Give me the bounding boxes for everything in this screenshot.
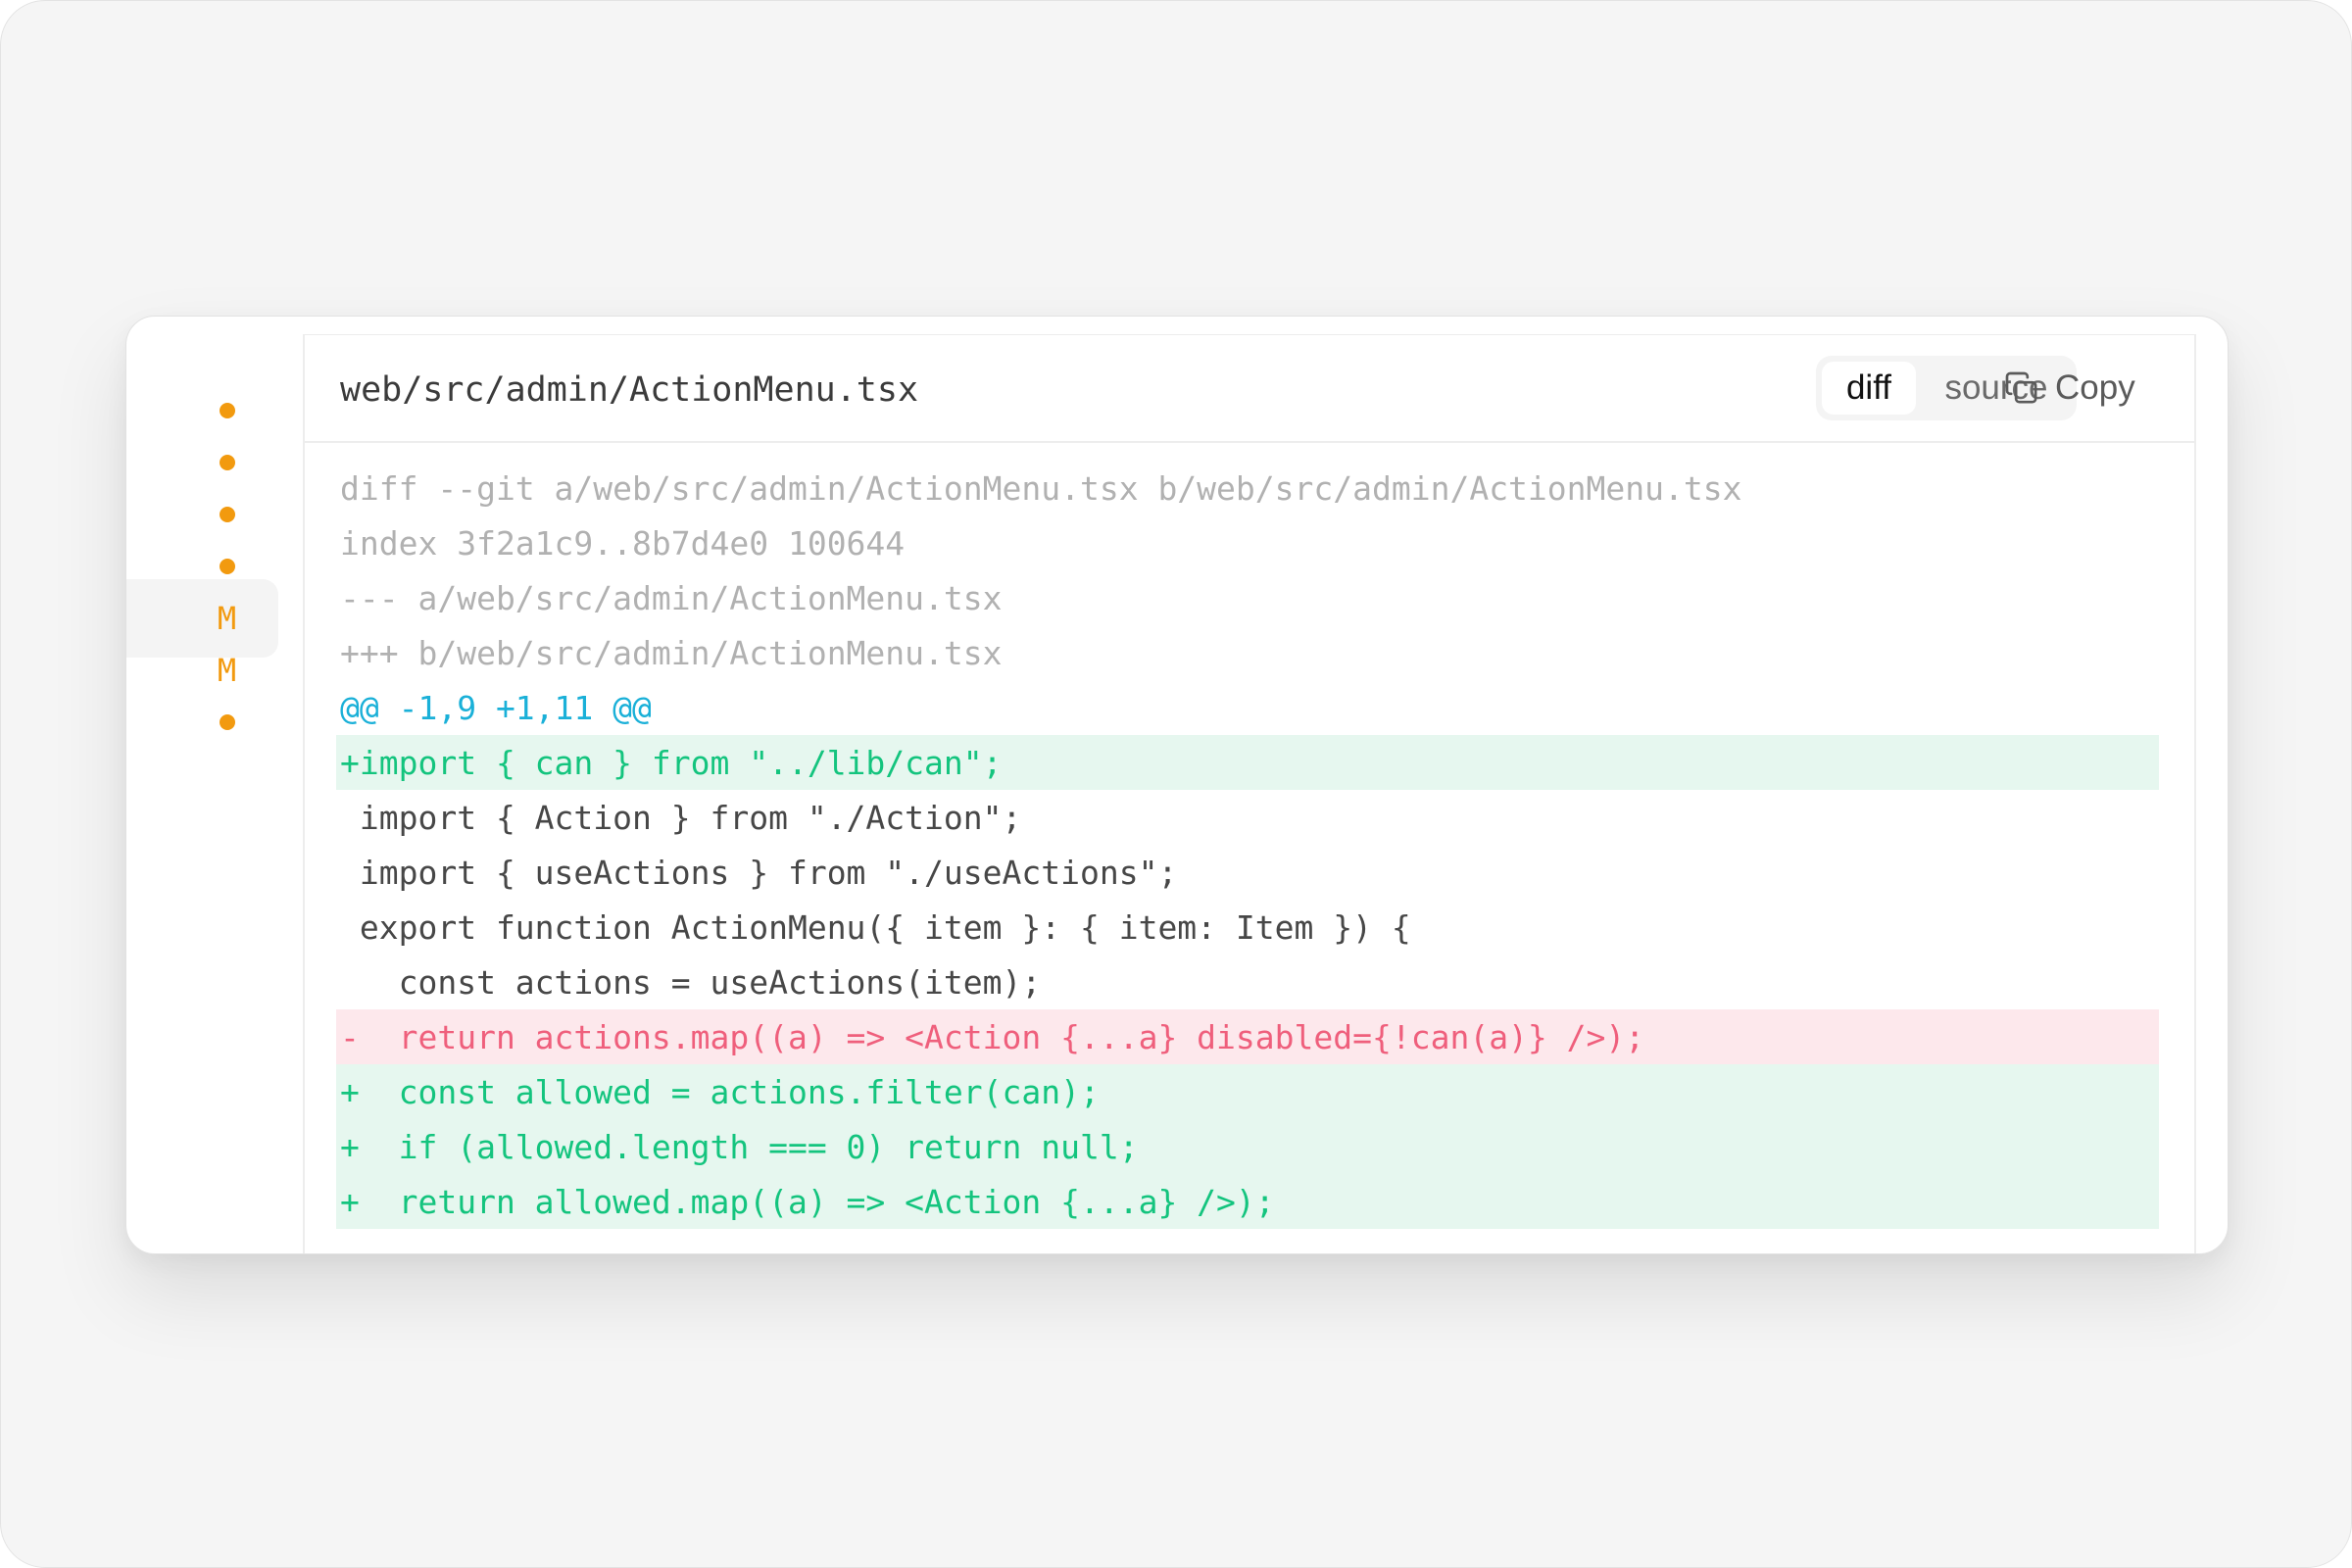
status-dot-icon: [219, 559, 235, 574]
diff-line-meta: --- a/web/src/admin/ActionMenu.tsx: [340, 578, 1003, 617]
diff-line-del: - return actions.map((a) => <Action {...…: [336, 1009, 2159, 1064]
file-status-sidebar: MM: [126, 334, 303, 1253]
diff-view-button[interactable]: diff: [1822, 362, 1916, 415]
status-dot-icon: [219, 403, 235, 418]
diff-panel: web/src/admin/ActionMenu.tsx diff source…: [303, 334, 2196, 1253]
diff-line-context: const actions = useActions(item);: [340, 962, 1042, 1002]
copy-button[interactable]: Copy: [2002, 356, 2159, 420]
diff-line-context: import { Action } from "./Action";: [340, 798, 1022, 837]
diff-line-hunk: @@ -1,9 +1,11 @@: [340, 688, 652, 727]
status-dot-icon: [219, 507, 235, 522]
diff-line-context: import { useActions } from "./useActions…: [340, 853, 1178, 892]
diff-line-context: export function ActionMenu({ item }: { i…: [340, 907, 1411, 947]
modified-status-badge: M: [217, 652, 237, 689]
diff-line-add: + return allowed.map((a) => <Action {...…: [336, 1174, 2159, 1229]
status-dot-icon: [219, 455, 235, 470]
diff-line-add: +import { can } from "../lib/can";: [336, 735, 2159, 790]
modified-status-badge: M: [217, 600, 237, 637]
sidebar-file-item[interactable]: [126, 683, 278, 761]
status-dot-icon: [219, 714, 235, 730]
copy-icon: [2005, 371, 2037, 404]
diff-panel-header: web/src/admin/ActionMenu.tsx diff source…: [305, 335, 2194, 443]
diff-line-meta: +++ b/web/src/admin/ActionMenu.tsx: [340, 633, 1003, 672]
file-diff-window: MM web/src/admin/ActionMenu.tsx diff sou…: [125, 316, 2229, 1254]
diff-line-meta: diff --git a/web/src/admin/ActionMenu.ts…: [340, 468, 1742, 508]
file-path: web/src/admin/ActionMenu.tsx: [340, 370, 919, 410]
diff-line-add: + const allowed = actions.filter(can);: [336, 1064, 2159, 1119]
diff-line-meta: index 3f2a1c9..8b7d4e0 100644: [340, 523, 906, 563]
copy-label: Copy: [2055, 368, 2135, 407]
diff-line-add: + if (allowed.length === 0) return null;: [336, 1119, 2159, 1174]
diff-code: diff --git a/web/src/admin/ActionMenu.ts…: [336, 461, 2159, 1229]
screen-frame: MM web/src/admin/ActionMenu.tsx diff sou…: [0, 0, 2352, 1568]
